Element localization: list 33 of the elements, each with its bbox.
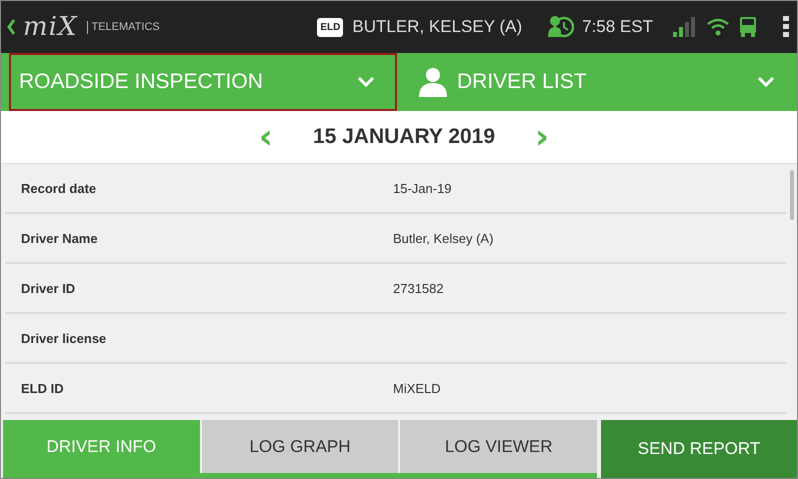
driver-name: BUTLER, KELSEY (A)	[352, 17, 522, 37]
chevron-down-icon	[357, 76, 375, 88]
field-label: ELD ID	[20, 380, 65, 396]
field-label: Driver ID	[20, 280, 76, 296]
field-label: Driver Name	[20, 230, 99, 246]
tab[interactable]: DRIVER INFO	[3, 420, 200, 473]
field-value: 15-Jan-19	[393, 180, 452, 196]
more-menu-icon[interactable]	[783, 16, 789, 38]
person-icon	[419, 67, 447, 97]
logo: miX	[23, 12, 78, 42]
clock-time: 7:58 EST	[582, 17, 653, 37]
field-value: Butler, Kelsey (A)	[393, 230, 494, 246]
previous-day-button[interactable]: ‹	[252, 122, 279, 152]
field-value: 2731582	[393, 280, 444, 296]
truck-icon	[739, 16, 757, 38]
tab[interactable]: LOG VIEWER	[400, 420, 598, 473]
scrollbar-thumb[interactable]	[790, 170, 794, 220]
eld-badge: ELD	[317, 18, 344, 36]
next-day-button[interactable]: ›	[529, 122, 556, 152]
tab[interactable]: LOG GRAPH	[202, 420, 398, 473]
send-report-button[interactable]: SEND REPORT	[601, 420, 797, 478]
driver-clock-icon	[548, 15, 574, 39]
field-label: Driver license	[20, 330, 108, 346]
inspection-dropdown[interactable]: ROADSIDE INSPECTION	[9, 53, 397, 111]
chevron-down-icon	[757, 76, 775, 88]
wifi-icon	[707, 18, 729, 36]
back-icon[interactable]	[7, 19, 15, 35]
date-title: 15 JANUARY 2019	[312, 125, 496, 149]
driver-list-dropdown[interactable]: DRIVER LIST	[403, 53, 797, 111]
logo-subtitle: TELEMATICS	[87, 20, 160, 34]
field-value: MiXELD	[393, 380, 441, 396]
field-label: Record date	[20, 180, 98, 196]
signal-icon	[673, 17, 695, 37]
